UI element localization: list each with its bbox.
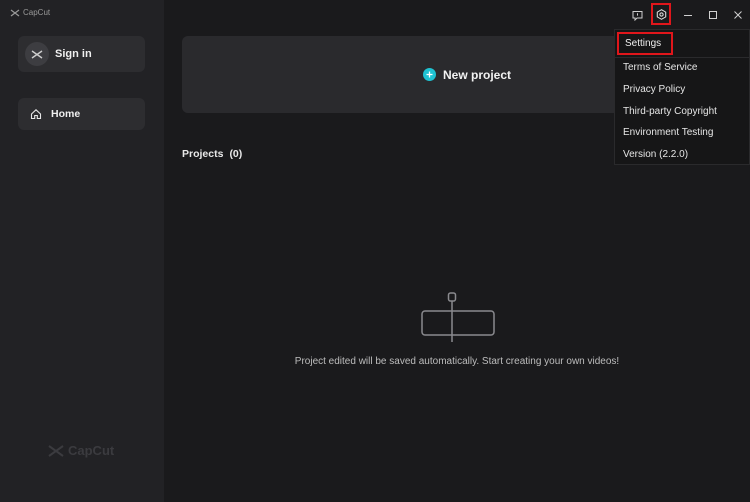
maximize-icon xyxy=(709,11,717,19)
sign-in-button[interactable]: Sign in xyxy=(18,36,145,72)
sidebar-item-home-label: Home xyxy=(51,108,81,120)
projects-heading: Projects (0) xyxy=(182,148,242,160)
capcut-watermark-text: CapCut xyxy=(68,443,115,458)
minimize-button[interactable] xyxy=(678,5,698,25)
plus-icon xyxy=(422,68,436,81)
menu-item-version[interactable]: Version (2.2.0) xyxy=(623,149,688,160)
gear-icon xyxy=(656,8,666,20)
menu-item-terms-of-service[interactable]: Terms of Service xyxy=(623,62,697,73)
empty-state-message: Project edited will be saved automatical… xyxy=(294,356,620,367)
feedback-button[interactable] xyxy=(627,5,647,25)
capcut-watermark-icon xyxy=(48,444,64,457)
app-title: CapCut xyxy=(10,8,50,17)
projects-label: Projects xyxy=(182,148,224,160)
capcut-avatar-icon xyxy=(31,49,43,59)
close-button[interactable] xyxy=(728,5,748,25)
feedback-icon xyxy=(632,10,642,21)
menu-item-third-party-copyright[interactable]: Third-party Copyright xyxy=(623,106,717,117)
capcut-watermark: CapCut xyxy=(48,443,114,458)
new-project-label: New project xyxy=(442,67,511,82)
capcut-logo-icon xyxy=(10,9,20,16)
menu-item-settings[interactable]: Settings xyxy=(617,32,673,55)
settings-menu: Settings Terms of Service Privacy Policy… xyxy=(614,29,750,165)
sidebar-item-home[interactable]: Home xyxy=(18,98,145,130)
avatar xyxy=(25,42,49,66)
home-icon xyxy=(30,108,42,120)
close-icon xyxy=(734,11,742,19)
menu-item-privacy-policy[interactable]: Privacy Policy xyxy=(623,84,685,95)
projects-count: (0) xyxy=(229,148,243,160)
menu-item-environment-testing[interactable]: Environment Testing xyxy=(623,127,713,138)
minimize-icon xyxy=(684,15,692,16)
menu-divider xyxy=(615,57,749,58)
sign-in-label: Sign in xyxy=(55,48,92,60)
app-title-text: CapCut xyxy=(23,8,51,17)
empty-timeline-icon xyxy=(421,292,495,342)
settings-button[interactable] xyxy=(651,3,671,25)
sidebar: CapCut Sign in Home CapCut xyxy=(0,0,165,502)
maximize-button[interactable] xyxy=(703,5,723,25)
